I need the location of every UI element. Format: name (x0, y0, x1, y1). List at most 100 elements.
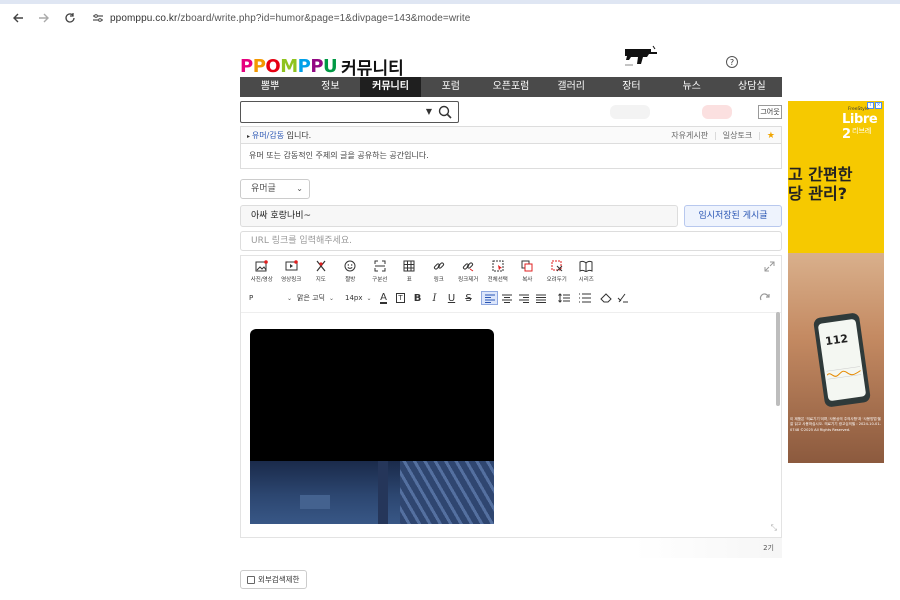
list-icon[interactable] (576, 291, 593, 305)
background-color-icon[interactable]: T (392, 291, 409, 305)
char-counter: 2기 (634, 538, 782, 558)
search-row: ▼ 그어웃 (240, 101, 782, 123)
board-title-bar: ▸ 유머/감동 입니다. 자유게시판 | 일상토크 | ★ (240, 126, 782, 143)
board-links: 자유게시판 | 일상토크 | ★ (671, 130, 775, 141)
unlink-icon (461, 259, 475, 273)
glucose-reading: 112 (824, 332, 849, 349)
font-size-select[interactable]: 14px ⌄ (345, 294, 375, 302)
glucose-graph (826, 366, 862, 380)
expand-icon[interactable] (764, 261, 775, 272)
help-icon[interactable]: ? (726, 56, 738, 68)
star-icon[interactable]: ★ (767, 131, 775, 141)
tool-emoji[interactable]: 짤방 (336, 259, 366, 283)
category-select[interactable]: 유머글 ⌄ (240, 179, 310, 199)
link-daily-talk[interactable]: 일상토크 (723, 130, 752, 141)
link-free-board[interactable]: 자유게시판 (671, 130, 708, 141)
select-all-icon (491, 259, 505, 273)
series-icon (579, 259, 593, 273)
main-navigation: 뽐뿌 정보 커뮤니티 포럼 오픈포럼 갤러리 장터 뉴스 상담실 (240, 77, 782, 97)
align-justify-icon[interactable] (532, 291, 549, 305)
tool-map[interactable]: 지도 (306, 259, 336, 283)
nav-item-gallery[interactable]: 갤러리 (541, 77, 601, 97)
editor-content-area[interactable] (241, 312, 781, 524)
tool-select-all[interactable]: 전체선택 (483, 259, 513, 283)
tool-cut[interactable]: 오려두기 (542, 259, 572, 283)
blurred-banner (610, 105, 650, 119)
font-select[interactable]: 맑은 고딕 ⌄ (297, 293, 345, 303)
tool-unlink[interactable]: 링크제거 (454, 259, 484, 283)
layout-toggle-button[interactable]: 그어웃 (758, 105, 782, 119)
ad-choices-icon[interactable]: i × (867, 102, 882, 109)
blurred-banner-red (702, 105, 732, 119)
side-advertisement[interactable]: i × FreeStyle Libre 2 리브레 고 간편한 당 관리? 112… (788, 101, 884, 463)
external-search-block-checkbox[interactable]: 외부검색제한 (240, 570, 307, 589)
nav-item-news[interactable]: 뉴스 (662, 77, 722, 97)
underline-icon[interactable]: U (443, 291, 460, 305)
search-dropdown-icon[interactable]: ▼ (426, 107, 432, 116)
clear-format-icon[interactable] (614, 291, 631, 305)
site-header: PPOMPPU 커뮤니티 ? (240, 44, 782, 79)
rich-text-editor: 사진/영상 영상링크 지도 짤방 구분선 표 링크 링크제거 전체선택 복사 오… (240, 255, 782, 538)
link-icon (432, 259, 446, 273)
map-icon (314, 259, 328, 273)
paragraph-dropdown[interactable]: ⌄ (283, 294, 293, 302)
board-name-link[interactable]: 유머/감동 (252, 131, 284, 140)
tool-series[interactable]: 시리즈 (572, 259, 602, 283)
url-link-input[interactable]: URL 링크를 입력해주세요. (240, 231, 782, 251)
temp-saved-posts-button[interactable]: 임시저장된 게시글 (684, 205, 782, 227)
reload-icon[interactable] (58, 6, 82, 30)
nav-item-ppomppu[interactable]: 뽐뿌 (240, 77, 300, 97)
nav-item-market[interactable]: 장터 (601, 77, 661, 97)
back-icon[interactable] (6, 6, 30, 30)
editor-scrollbar[interactable] (776, 312, 780, 406)
editor-insert-toolbar: 사진/영상 영상링크 지도 짤방 구분선 표 링크 링크제거 전체선택 복사 오… (247, 259, 601, 283)
browser-toolbar: ppomppu.co.kr/zboard/write.php?id=humor&… (0, 4, 900, 32)
tool-link[interactable]: 링크 (424, 259, 454, 283)
search-icon[interactable] (438, 105, 452, 119)
line-height-icon[interactable] (555, 291, 572, 305)
photo-icon (255, 259, 269, 273)
copy-icon (520, 259, 534, 273)
emoji-icon (343, 259, 357, 273)
nav-item-forum[interactable]: 포럼 (421, 77, 481, 97)
title-input[interactable]: 아싸 호랑나비~ (240, 205, 678, 227)
address-bar[interactable]: ppomppu.co.kr/zboard/write.php?id=humor&… (110, 13, 470, 24)
search-input[interactable]: ▼ (240, 101, 459, 123)
chevron-down-icon: ⌄ (329, 294, 335, 302)
logo-subtitle: 커뮤니티 (341, 59, 404, 79)
tool-photo[interactable]: 사진/영상 (247, 259, 277, 283)
gun-icon (625, 45, 657, 66)
video-frame-pillar (378, 461, 388, 524)
board-name: ▸ 유머/감동 입니다. (247, 131, 312, 140)
paragraph-select[interactable]: P (249, 294, 283, 302)
ad-headline: 고 간편한 당 관리? (788, 165, 853, 203)
font-color-icon[interactable]: A (375, 291, 392, 305)
nav-item-open-forum[interactable]: 오픈포럼 (481, 77, 541, 97)
site-settings-icon[interactable] (88, 8, 108, 28)
chevron-down-icon: ⌄ (366, 294, 372, 302)
chevron-down-icon: ⌄ (296, 184, 303, 193)
tool-copy[interactable]: 복사 (513, 259, 543, 283)
bold-icon[interactable]: B (409, 291, 426, 305)
nav-item-consult[interactable]: 상담실 (722, 77, 782, 97)
forward-icon[interactable] (32, 6, 56, 30)
chevron-down-icon: ⌄ (287, 294, 293, 302)
embedded-video[interactable] (250, 329, 494, 524)
tool-video-link[interactable]: 영상링크 (277, 259, 307, 283)
nav-item-info[interactable]: 정보 (300, 77, 360, 97)
resize-handle-icon[interactable]: ⤡ (771, 523, 777, 533)
align-right-icon[interactable] (515, 291, 532, 305)
align-left-icon[interactable] (481, 291, 498, 305)
redo-icon[interactable] (759, 291, 771, 303)
tool-divider[interactable]: 구분선 (365, 259, 395, 283)
strikethrough-icon[interactable]: S (460, 291, 477, 305)
site-logo[interactable]: PPOMPPU 커뮤니티 (240, 54, 404, 79)
align-center-icon[interactable] (498, 291, 515, 305)
checkbox-box[interactable] (247, 575, 255, 584)
tool-table[interactable]: 표 (395, 259, 425, 283)
cut-icon (550, 259, 564, 273)
nav-item-community[interactable]: 커뮤니티 (360, 77, 421, 97)
logo-wordmark: PPOMPPU (240, 56, 338, 77)
eraser-icon[interactable] (597, 291, 614, 305)
italic-icon[interactable]: I (426, 291, 443, 305)
